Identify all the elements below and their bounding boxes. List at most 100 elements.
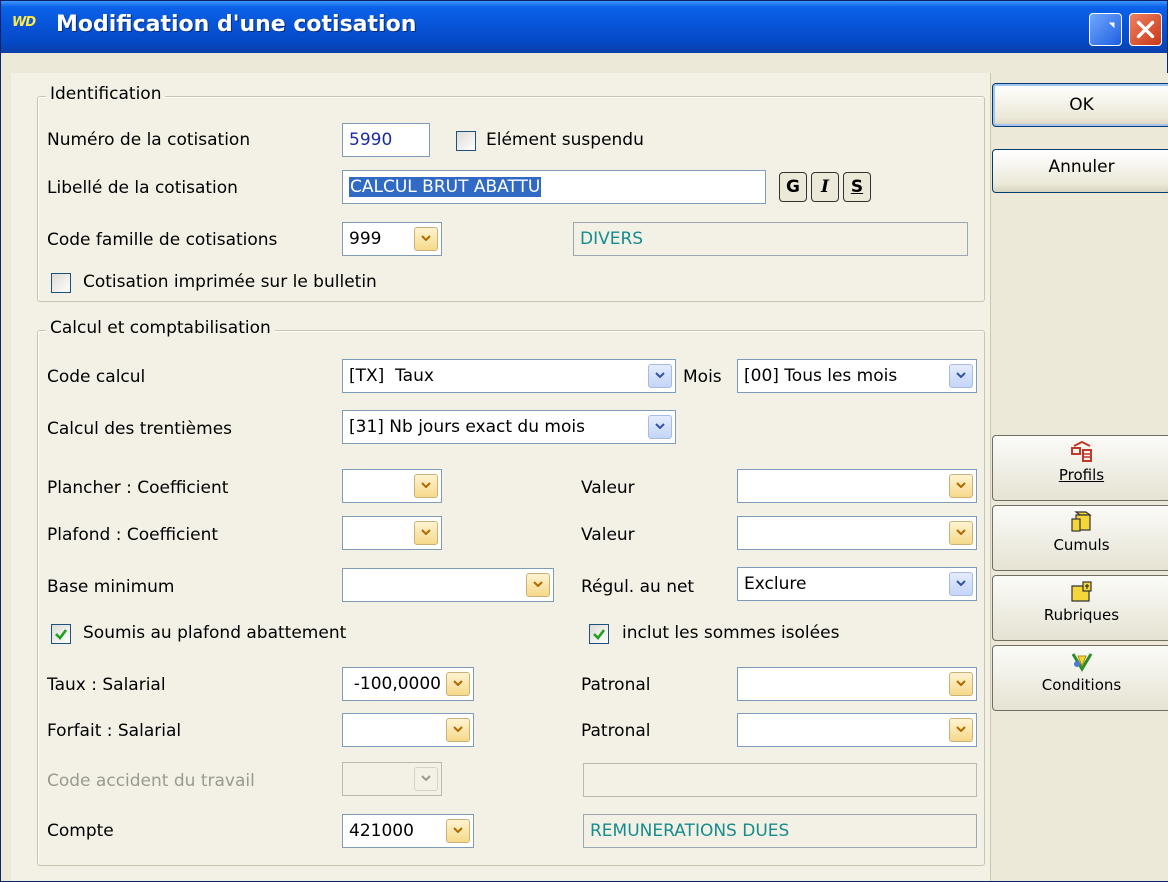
chevron-down-icon xyxy=(956,680,966,686)
plancher-valeur-field[interactable] xyxy=(737,469,977,503)
underline-button[interactable]: S xyxy=(843,172,871,202)
numero-field[interactable]: 5990 xyxy=(342,123,430,157)
code-calcul-select[interactable]: [TX] Taux xyxy=(342,359,676,393)
taux-salarial-value: -100,0000 xyxy=(353,674,441,694)
code-calcul-value: [TX] Taux xyxy=(349,366,434,386)
soumis-label: Soumis au plafond abattement xyxy=(83,623,347,643)
accident-libelle-field xyxy=(583,763,977,797)
plancher-valeur-dropdown-button[interactable] xyxy=(949,474,973,498)
plafond-coef-field[interactable] xyxy=(342,516,442,550)
regul-value: Exclure xyxy=(744,574,807,594)
famille-code-field[interactable]: 999 xyxy=(342,222,442,256)
chevron-down-icon xyxy=(533,581,543,587)
inclut-checkbox[interactable] xyxy=(589,624,609,644)
cumuls-label: Cumuls xyxy=(1053,536,1110,554)
taux-patronal-field[interactable] xyxy=(737,667,977,701)
help-button[interactable] xyxy=(1089,13,1122,46)
taux-salarial-field[interactable]: -100,0000 xyxy=(342,667,474,701)
identification-legend: Identification xyxy=(46,84,166,104)
inclut-label: inclut les sommes isolées xyxy=(622,623,840,643)
base-min-dropdown-button[interactable] xyxy=(526,573,550,597)
imprimee-checkbox[interactable] xyxy=(51,273,71,293)
plancher-coef-field[interactable] xyxy=(342,469,442,503)
main-panel: Identification Numéro de la cotisation 5… xyxy=(11,73,991,881)
chevron-down-icon xyxy=(956,580,966,586)
italic-button[interactable]: I xyxy=(811,172,839,202)
famille-libelle-field: DIVERS xyxy=(573,222,968,256)
libelle-field[interactable]: CALCUL BRUT ABATTU xyxy=(342,170,766,204)
code-calcul-label: Code calcul xyxy=(47,367,146,387)
chevron-down-icon xyxy=(421,775,431,781)
plafond-valeur-dropdown-button[interactable] xyxy=(949,521,973,545)
mois-value: [00] Tous les mois xyxy=(744,366,898,386)
profiles-icon xyxy=(1070,440,1092,462)
trentiemes-value: [31] Nb jours exact du mois xyxy=(349,417,585,437)
trentiemes-dropdown-button[interactable] xyxy=(648,415,672,439)
cancel-button[interactable]: Annuler xyxy=(992,149,1168,193)
plafond-coef-dropdown-button[interactable] xyxy=(414,521,438,545)
chevron-down-icon xyxy=(421,529,431,535)
regul-select[interactable]: Exclure xyxy=(737,567,977,601)
regul-label: Régul. au net xyxy=(581,577,695,597)
compte-dropdown-button[interactable] xyxy=(446,819,470,843)
forfait-patronal-label: Patronal xyxy=(581,721,651,741)
window-title: Modification d'une cotisation xyxy=(56,12,417,37)
chevron-down-icon xyxy=(453,680,463,686)
ok-button[interactable]: OK xyxy=(992,83,1168,127)
mois-select[interactable]: [00] Tous les mois xyxy=(737,359,977,393)
compte-label: Compte xyxy=(47,821,114,841)
forfait-salarial-field[interactable] xyxy=(342,713,474,747)
mois-dropdown-button[interactable] xyxy=(949,364,973,388)
numero-label: Numéro de la cotisation xyxy=(47,130,251,150)
profils-label: Profils xyxy=(1058,466,1105,484)
code-calcul-dropdown-button[interactable] xyxy=(648,364,672,388)
compte-value: 421000 xyxy=(349,821,414,841)
rubriques-icon xyxy=(1070,581,1092,602)
forfait-salarial-dropdown-button[interactable] xyxy=(446,718,470,742)
plafond-valeur-field[interactable] xyxy=(737,516,977,550)
calcul-legend: Calcul et comptabilisation xyxy=(46,318,275,338)
chevron-down-icon xyxy=(956,726,966,732)
dialog-window: WD Modification d'une cotisation Identif… xyxy=(0,0,1168,882)
conditions-icon xyxy=(1071,653,1092,672)
bold-button[interactable]: G xyxy=(779,172,807,202)
conditions-button[interactable]: Conditions xyxy=(992,645,1168,711)
trentiemes-label: Calcul des trentièmes xyxy=(47,419,233,439)
plancher-label: Plancher : Coefficient xyxy=(47,478,229,498)
libelle-label: Libellé de la cotisation xyxy=(47,178,238,198)
taux-salarial-dropdown-button[interactable] xyxy=(446,672,470,696)
rubriques-label: Rubriques xyxy=(1043,606,1120,624)
cumuls-button[interactable]: Cumuls xyxy=(992,505,1168,571)
trentiemes-select[interactable]: [31] Nb jours exact du mois xyxy=(342,410,676,444)
chevron-down-icon xyxy=(956,372,966,378)
suspendu-checkbox[interactable] xyxy=(456,131,476,151)
chevron-down-icon xyxy=(453,827,463,833)
cumuls-icon xyxy=(1070,511,1092,532)
soumis-checkbox[interactable] xyxy=(51,624,71,644)
title-bar[interactable]: WD Modification d'une cotisation xyxy=(1,1,1167,53)
chevron-down-icon xyxy=(655,423,665,429)
chevron-down-icon xyxy=(956,529,966,535)
compte-field[interactable]: 421000 xyxy=(342,814,474,848)
profils-button[interactable]: Profils xyxy=(992,435,1168,501)
regul-dropdown-button[interactable] xyxy=(949,572,973,596)
plancher-coef-dropdown-button[interactable] xyxy=(414,474,438,498)
rubriques-button[interactable]: Rubriques xyxy=(992,575,1168,641)
imprimee-label: Cotisation imprimée sur le bulletin xyxy=(83,272,377,292)
base-min-label: Base minimum xyxy=(47,577,175,597)
close-icon xyxy=(1136,20,1155,39)
close-button[interactable] xyxy=(1129,13,1162,46)
plafond-label: Plafond : Coefficient xyxy=(47,525,219,545)
forfait-patronal-field[interactable] xyxy=(737,713,977,747)
checkmark-icon xyxy=(55,629,68,640)
forfait-patronal-dropdown-button[interactable] xyxy=(949,718,973,742)
taux-patronal-dropdown-button[interactable] xyxy=(949,672,973,696)
chevron-down-icon xyxy=(421,235,431,241)
accident-dropdown-button xyxy=(414,767,438,791)
accident-label: Code accident du travail xyxy=(47,771,255,791)
famille-dropdown-button[interactable] xyxy=(414,227,438,251)
libelle-selected-text: CALCUL BRUT ABATTU xyxy=(349,177,542,197)
base-min-field[interactable] xyxy=(342,568,554,602)
conditions-label: Conditions xyxy=(1041,676,1122,694)
chevron-down-icon xyxy=(421,482,431,488)
